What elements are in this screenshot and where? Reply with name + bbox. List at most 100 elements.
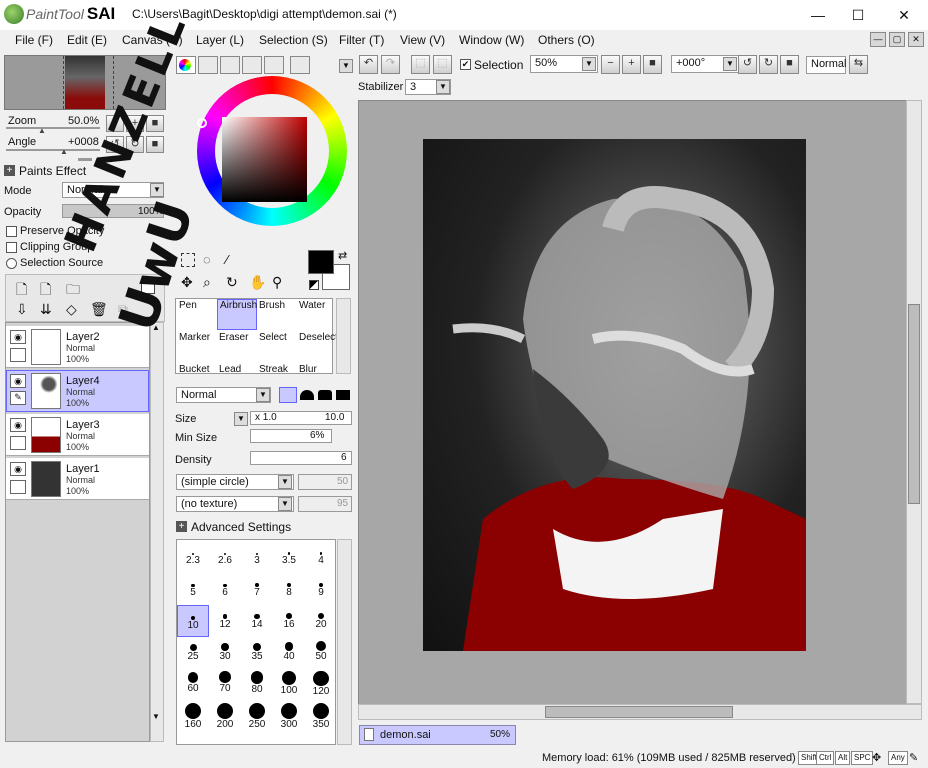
brush-size-scrollbar[interactable] [337,539,352,745]
transfer-down-icon[interactable]: ⇩ [16,301,28,318]
color-mixer-tab[interactable] [290,56,310,74]
menu-view[interactable]: View (V) [400,33,445,47]
foreground-color-swatch[interactable] [308,250,334,274]
brush-size-cell[interactable]: 300 [273,701,305,733]
hand-icon[interactable]: ✋ [249,274,266,291]
brush-size-cell[interactable]: 250 [241,701,273,733]
brush-size-cell[interactable]: 40 [273,637,305,669]
brush-size-cell[interactable]: 350 [305,701,337,733]
clear-layer-icon[interactable]: ◇ [66,301,77,318]
tool-pen[interactable]: Pen [179,300,197,311]
brush-size-cell[interactable]: 20 [305,605,337,637]
scratchpad-tab[interactable] [264,56,284,74]
tool-select[interactable]: Select [259,332,287,343]
brush-size-cell[interactable]: 100 [273,669,305,701]
brush-size-cell[interactable]: 16 [273,605,305,637]
canvas-zoom-in-button[interactable]: + [622,55,641,74]
brush-size-cell[interactable]: 7 [241,573,273,605]
brush-size-cell[interactable]: 9 [305,573,337,605]
tool-streak[interactable]: Streak [259,364,288,375]
menu-layer[interactable]: Layer (L) [196,33,244,47]
saturation-value-square[interactable] [222,117,307,202]
menu-edit[interactable]: Edit (E) [67,33,107,47]
brush-size-cell[interactable]: 60 [177,669,209,701]
advanced-settings-header[interactable]: Advanced Settings [191,520,291,534]
brush-size-cell[interactable]: 5 [177,573,209,605]
brush-edge-medium-icon[interactable] [300,390,314,400]
tool-brush[interactable]: Brush [259,300,285,311]
merge-down-icon[interactable]: ⇊ [40,301,52,318]
layer-list-scrollbar[interactable] [150,322,164,742]
zoom-slider-thumb[interactable]: ▲ [38,126,46,135]
tool-airbrush[interactable]: Airbrush [220,300,257,311]
tool-blur[interactable]: Blur [299,364,317,375]
view-blend-dropdown[interactable]: Normal [806,56,846,74]
invert-selection-button[interactable]: ⬚ [433,55,452,74]
mdi-minimize-button[interactable]: — [870,32,886,47]
hue-cursor[interactable] [197,118,207,128]
artwork-canvas[interactable] [423,139,806,651]
preserve-opacity-checkbox[interactable] [6,226,17,237]
tool-deselect[interactable]: Deselect [299,332,338,343]
brush-size-cell[interactable]: 80 [241,669,273,701]
brush-size-cell[interactable]: 6 [209,573,241,605]
canvas-zoom-out-button[interactable]: − [601,55,620,74]
brush-size-cell[interactable]: 8 [273,573,305,605]
swap-colors-icon[interactable]: ⇄ [338,249,347,262]
rgb-sliders-tab[interactable] [198,56,218,74]
brush-shape-dropdown[interactable]: (simple circle) [176,474,294,490]
eye-icon[interactable]: ◉ [10,330,26,344]
brush-size-cell[interactable]: 4 [305,541,337,573]
mdi-close-button[interactable]: ✕ [908,32,924,47]
close-button[interactable]: ✕ [894,5,914,25]
brush-size-cell[interactable]: 3.5 [273,541,305,573]
brush-texture-dropdown[interactable]: (no texture) [176,496,294,512]
brush-size-cell[interactable]: 200 [209,701,241,733]
scroll-down-icon[interactable]: ▼ [152,712,160,721]
menu-file[interactable]: File (F) [15,33,53,47]
tool-eraser[interactable]: Eraser [219,332,248,343]
redo-button[interactable]: ↷ [381,55,400,74]
expand-icon[interactable]: + [176,521,187,532]
rotate-tool-icon[interactable]: ↻ [226,274,238,291]
brush-size-cell[interactable]: 25 [177,637,209,669]
new-folder-icon[interactable]: 🗀 [66,279,80,303]
eyedropper-icon[interactable]: ⚲ [272,274,282,291]
angle-slider[interactable] [6,149,100,151]
expand-icon[interactable]: + [4,165,15,176]
clipping-group-checkbox[interactable] [6,242,17,253]
selection-checkbox[interactable]: ✔ [460,59,471,70]
delete-layer-icon[interactable]: 🗑 [90,301,108,318]
flip-view-button[interactable]: ⇆ [849,55,868,74]
menu-others[interactable]: Others (O) [538,33,595,47]
tool-lead[interactable]: Lead [219,364,241,375]
mdi-restore-button[interactable]: ▢ [889,32,905,47]
brush-edge-flat-icon[interactable] [336,390,350,400]
canvas-rotate-left-button[interactable]: ↺ [738,55,757,74]
swatches-tab[interactable] [242,56,262,74]
menu-window[interactable]: Window (W) [459,33,524,47]
tool-marker[interactable]: Marker [179,332,210,343]
eye-icon[interactable]: ◉ [10,462,26,476]
canvas-vscroll-thumb[interactable] [908,304,920,504]
brush-size-cell[interactable]: 50 [305,637,337,669]
layer-link-box[interactable] [10,480,26,494]
brush-size-cell[interactable]: 12 [209,605,241,637]
undo-button[interactable]: ↶ [359,55,378,74]
brush-size-cell[interactable]: 160 [177,701,209,733]
eye-icon[interactable]: ◉ [10,418,26,432]
brush-size-cell[interactable]: 10 [177,605,209,637]
magic-wand-icon[interactable]: ⁄ [226,252,228,267]
new-layer-icon[interactable]: 🗋 [16,279,27,303]
zoom-slider[interactable] [6,127,100,129]
brush-size-cell[interactable]: 120 [305,669,337,701]
layer-link-box[interactable] [10,436,26,450]
pen-icon[interactable]: ✎ [10,391,26,405]
brush-edge-hard-icon[interactable] [279,387,297,403]
reset-colors-icon[interactable] [309,280,319,290]
selection-source-radio[interactable] [6,258,17,269]
eye-icon[interactable]: ◉ [10,374,26,388]
zoom-tool-icon[interactable]: ⌕ [203,274,211,291]
brush-size-cell[interactable]: 30 [209,637,241,669]
chevron-down-icon[interactable]: ▼ [339,59,353,73]
